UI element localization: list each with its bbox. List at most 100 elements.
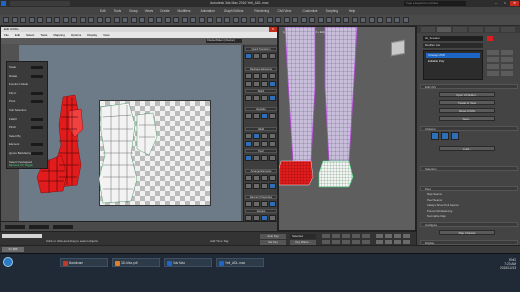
maximize-button[interactable]: □: [501, 1, 509, 6]
side-panel-row[interactable]: Soft Selection: [9, 108, 45, 113]
command-tab-icon[interactable]: [437, 27, 451, 32]
taskbar-app-button[interactable]: 3ds Max: [164, 258, 212, 267]
viewport-nav-icon[interactable]: [403, 240, 410, 244]
playback-button-icon[interactable]: [362, 234, 370, 238]
toolbar-tool-icon[interactable]: [275, 17, 281, 23]
uvw-section-header[interactable]: Stitch: [245, 89, 277, 93]
playback-button-icon[interactable]: [332, 234, 340, 238]
cmd-action-button[interactable]: Open UV Editor...: [439, 92, 495, 97]
main-menu-item[interactable]: Views: [145, 7, 153, 15]
time-slider-handle[interactable]: 0 / 100: [2, 247, 24, 252]
toolbar-tool-icon[interactable]: [147, 17, 154, 23]
toolbar-tool-icon[interactable]: [258, 17, 264, 23]
minimize-button[interactable]: –: [492, 1, 500, 6]
toolbar-tool-icon[interactable]: [79, 17, 86, 23]
uvw-tool-icon[interactable]: [253, 53, 260, 59]
command-tab-icon[interactable]: [469, 27, 483, 32]
uvw-bottom-field[interactable]: [53, 225, 73, 229]
side-panel-row[interactable]: Falloff: [9, 117, 45, 122]
uvw-section-header[interactable]: Reshape Elements: [245, 67, 277, 71]
uvw-tool-icon[interactable]: [253, 73, 260, 79]
uv-grid-canvas[interactable]: [19, 45, 241, 227]
cmd-rollout-header[interactable]: Edit UVs: [420, 84, 518, 89]
toolbar-tool-icon[interactable]: [54, 17, 60, 23]
uvw-tool-icon[interactable]: [261, 81, 268, 87]
toolbar-tool-icon[interactable]: [249, 17, 256, 23]
playback-button-icon[interactable]: [322, 234, 330, 238]
toolbar-tool-icon[interactable]: [351, 17, 358, 23]
toolbar-tool-icon[interactable]: [215, 17, 222, 23]
uvw-tool-icon[interactable]: [253, 183, 260, 189]
side-panel-field[interactable]: [31, 74, 43, 78]
uvw-tool-icon[interactable]: [269, 183, 276, 189]
uvw-tool-icon[interactable]: [261, 155, 268, 161]
uvw-tool-icon[interactable]: [245, 155, 252, 161]
toolbar-tool-icon[interactable]: [232, 17, 239, 23]
toolbar-tool-icon[interactable]: [317, 17, 324, 23]
uvw-tool-icon[interactable]: [253, 201, 260, 207]
uvw-menu-item[interactable]: Tools: [40, 33, 47, 37]
modifier-stack-item[interactable]: Editable Poly: [426, 59, 480, 64]
main-menu-item[interactable]: Rendering: [254, 7, 269, 15]
uvw-tool-icon[interactable]: [261, 133, 268, 139]
playback-button-icon[interactable]: [352, 240, 360, 244]
toolbar-tool-icon[interactable]: [343, 17, 349, 23]
max-logo-icon[interactable]: [1, 1, 6, 6]
config-option-checkbox[interactable]: Peel Seams: [427, 198, 442, 202]
cmd-tool-button[interactable]: [501, 57, 513, 62]
add-time-tag-button[interactable]: Add Time Tag: [210, 239, 228, 243]
main-menu-item[interactable]: Graph Editors: [224, 7, 244, 15]
uvw-menu-item[interactable]: View: [103, 33, 109, 37]
playback-button-icon[interactable]: [352, 234, 360, 238]
cmd-rollout-header[interactable]: Selection: [420, 166, 518, 171]
playback-button-icon[interactable]: [342, 234, 350, 238]
taskbar-app-button[interactable]: 3D-Max.pdf: [112, 258, 160, 267]
cmd-rollout-header[interactable]: Peel: [420, 186, 518, 191]
side-panel-row[interactable]: Flip U: [9, 91, 45, 96]
config-option-checkbox[interactable]: Always Show Pelt Seams: [427, 203, 459, 207]
viewport-nav-icon[interactable]: [403, 234, 410, 238]
main-menu-item[interactable]: Group: [129, 7, 138, 15]
uvw-tool-icon[interactable]: [245, 73, 252, 79]
viewport-nav-icon[interactable]: [376, 234, 383, 238]
toolbar-tool-icon[interactable]: [292, 17, 298, 23]
playback-button-icon[interactable]: [332, 240, 340, 244]
uvw-section-header[interactable]: Peel: [245, 149, 277, 153]
uvw-tool-icon[interactable]: [269, 53, 276, 59]
cmd-action-button[interactable]: Reset UVWs: [439, 108, 495, 113]
uvw-tool-icon[interactable]: [245, 201, 252, 207]
modifier-stack-item[interactable]: Unwrap UVW: [426, 53, 480, 58]
viewport-nav-icon[interactable]: [385, 234, 392, 238]
toolbar-tool-icon[interactable]: [88, 17, 94, 23]
side-panel-row[interactable]: Select By: [9, 134, 45, 139]
side-panel-row[interactable]: Rotate: [9, 74, 45, 79]
uvw-section-header[interactable]: Groups: [245, 209, 277, 213]
config-option-checkbox[interactable]: Normalize Map: [427, 214, 446, 218]
uvw-tool-icon[interactable]: [269, 175, 276, 181]
toolbar-tool-icon[interactable]: [266, 17, 273, 23]
uvw-bottom-field[interactable]: [29, 225, 49, 229]
toolbar-tool-icon[interactable]: [309, 17, 315, 23]
playback-button-icon[interactable]: [362, 240, 370, 244]
toolbar-tool-icon[interactable]: [130, 17, 137, 23]
cmd-action-button[interactable]: Tweak In View: [439, 100, 495, 105]
uvw-menu-item[interactable]: Mapping: [53, 33, 65, 37]
toolbar-tool-icon[interactable]: [45, 17, 52, 23]
toolbar-tool-icon[interactable]: [173, 17, 179, 23]
playback-button-icon[interactable]: [342, 240, 350, 244]
uvw-tool-icon[interactable]: [261, 183, 268, 189]
uvw-tool-icon[interactable]: [253, 155, 260, 161]
object-name-field[interactable]: tbl_Sneaker: [423, 36, 483, 41]
uvw-tool-icon[interactable]: [245, 183, 252, 189]
main-menu-item[interactable]: Animation: [201, 7, 215, 15]
cmd-tool-button[interactable]: [487, 57, 499, 62]
viewport-nav-icon[interactable]: [376, 240, 383, 244]
toolbar-tool-icon[interactable]: [71, 17, 77, 23]
cmd-tool-button[interactable]: [487, 64, 499, 69]
toolbar-tool-icon[interactable]: [181, 17, 188, 23]
uvw-tool-icon[interactable]: [269, 155, 276, 161]
toolbar-tool-icon[interactable]: [385, 17, 392, 23]
uvw-tool-icon[interactable]: [261, 175, 268, 181]
uvw-tool-icon[interactable]: [245, 95, 252, 101]
command-tab-icon[interactable]: [501, 27, 515, 32]
